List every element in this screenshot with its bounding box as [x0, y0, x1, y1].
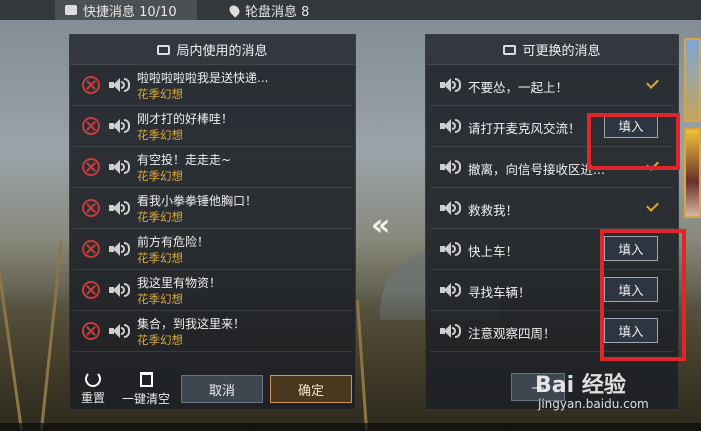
message-swap-icon [503, 44, 517, 55]
checkmark-icon [646, 76, 659, 89]
right-panel-title: 可更换的消息 [522, 44, 601, 59]
left-panel-actions: 重置 一键清空 取消 确定 [70, 371, 355, 409]
left-panel-title: 局内使用的消息 [176, 44, 268, 59]
clear-all-button[interactable]: 一键清空 [118, 371, 174, 407]
message-text: 快上车！ [468, 244, 519, 259]
speaker-icon[interactable] [440, 77, 462, 93]
message-author: 花季幻想 [137, 251, 183, 265]
chat-bubble-icon [65, 5, 77, 15]
delete-icon[interactable] [82, 158, 100, 176]
avatar[interactable] [684, 38, 701, 122]
message-author: 花季幻想 [137, 292, 183, 306]
message-text: 注意观察四周！ [468, 326, 556, 341]
move-left-arrow-icon[interactable]: « [371, 208, 391, 243]
list-item[interactable]: 不要怂，一起上！ [430, 65, 674, 106]
message-text: 撤离，向信号接收区进... [468, 162, 605, 177]
checkmark-icon [646, 199, 659, 212]
tab-quick-messages[interactable]: 快捷消息 10/10 [55, 0, 197, 20]
highlight-box [587, 113, 680, 170]
list-item: 啦啦啦啦啦我是送快递... 花季幻想 [73, 65, 352, 106]
delete-icon[interactable] [82, 76, 100, 94]
delete-icon[interactable] [82, 199, 100, 217]
speaker-icon[interactable] [440, 200, 462, 216]
bottom-strip [0, 423, 701, 431]
tab-wheel-messages[interactable]: 轮盘消息 8 [220, 0, 319, 20]
speaker-icon[interactable] [440, 323, 462, 339]
top-tab-bar: 快捷消息 10/10 轮盘消息 8 [0, 0, 701, 20]
list-item: 有空投！走走走~ 花季幻想 [73, 147, 352, 188]
chat-bubble-icon [157, 44, 171, 55]
speaker-icon[interactable] [109, 323, 131, 339]
message-author: 花季幻想 [137, 128, 183, 142]
speaker-icon[interactable] [440, 159, 462, 175]
speaker-icon[interactable] [109, 159, 131, 175]
list-item: 刚才打的好棒哇！ 花季幻想 [73, 106, 352, 147]
location-pin-icon [227, 2, 242, 18]
reset-button[interactable]: 重置 [78, 371, 108, 406]
message-text: 刚才打的好棒哇！ [137, 112, 234, 126]
delete-icon[interactable] [82, 240, 100, 258]
delete-icon[interactable] [82, 281, 100, 299]
confirm-button[interactable]: 确定 [270, 375, 352, 403]
in-game-messages-panel: 局内使用的消息 啦啦啦啦啦我是送快递... 花季幻想 刚才打的好棒哇！ 花季幻想… [69, 34, 356, 410]
speaker-icon[interactable] [440, 118, 462, 134]
message-text: 救救我！ [468, 203, 519, 218]
list-item: 集合，到我这里来！ 花季幻想 [73, 311, 352, 352]
watermark-logo: Bai 经验 [535, 373, 626, 398]
message-text: 看我小拳拳锤他胸口！ [137, 194, 258, 208]
message-text: 我这里有物资！ [137, 276, 222, 290]
message-text: 有空投！走走走~ [137, 153, 232, 167]
watermark-url: jingyan.baidu.com [538, 397, 649, 411]
avatar[interactable] [684, 128, 701, 218]
speaker-icon[interactable] [440, 241, 462, 257]
message-author: 花季幻想 [137, 87, 183, 101]
cancel-button[interactable]: 取消 [181, 375, 263, 403]
list-item[interactable]: 救救我！ [430, 188, 674, 229]
speaker-icon[interactable] [109, 77, 131, 93]
message-text: 请打开麦克风交流！ [468, 121, 581, 136]
message-text: 前方有危险！ [137, 235, 210, 249]
list-item: 我这里有物资！ 花季幻想 [73, 270, 352, 311]
refresh-icon [85, 371, 101, 387]
delete-icon[interactable] [82, 322, 100, 340]
message-text: 啦啦啦啦啦我是送快递... [137, 71, 269, 85]
message-text: 不要怂，一起上！ [468, 80, 569, 95]
message-text: 寻找车辆！ [468, 285, 531, 300]
list-item: 前方有危险！ 花季幻想 [73, 229, 352, 270]
speaker-icon[interactable] [440, 282, 462, 298]
reset-label: 重置 [80, 391, 105, 405]
speaker-icon[interactable] [109, 200, 131, 216]
speaker-icon[interactable] [109, 282, 131, 298]
tab-wheel-label: 轮盘消息 8 [245, 4, 310, 20]
clear-all-label: 一键清空 [121, 392, 170, 406]
left-panel-header: 局内使用的消息 [70, 35, 355, 65]
tab-quick-label: 快捷消息 10/10 [83, 4, 177, 20]
speaker-icon[interactable] [109, 118, 131, 134]
trash-icon [139, 372, 153, 387]
message-author: 花季幻想 [137, 169, 183, 183]
message-text: 集合，到我这里来！ [137, 317, 246, 331]
list-item: 看我小拳拳锤他胸口！ 花季幻想 [73, 188, 352, 229]
speaker-icon[interactable] [109, 241, 131, 257]
right-panel-header: 可更换的消息 [426, 35, 678, 65]
delete-icon[interactable] [82, 117, 100, 135]
message-author: 花季幻想 [137, 210, 183, 224]
message-author: 花季幻想 [137, 333, 183, 347]
highlight-box [600, 229, 686, 361]
